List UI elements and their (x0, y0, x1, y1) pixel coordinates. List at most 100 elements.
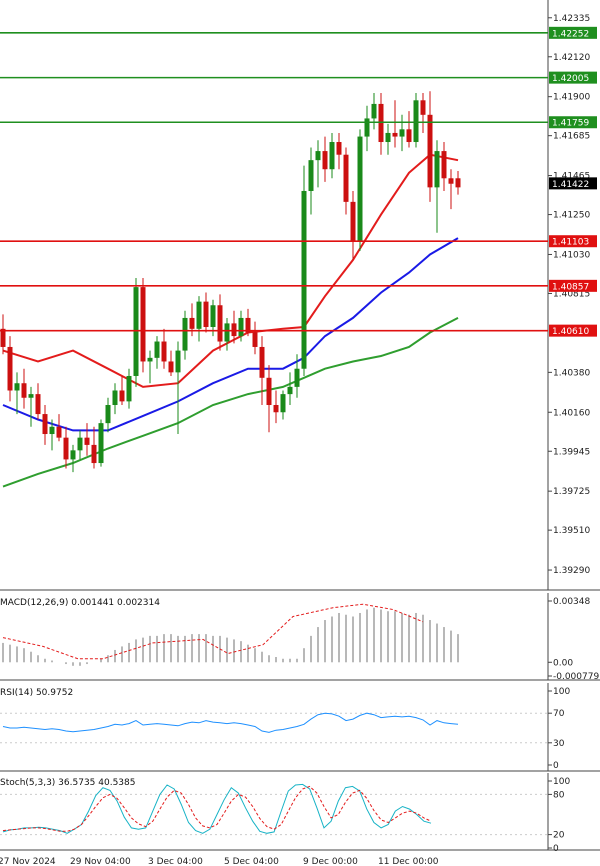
candle-body (203, 301, 209, 328)
macd-panel[interactable]: MACD(12,26,9) 0.001441 0.002314 0.00348 0.… (0, 593, 600, 682)
stoch-tick-label: 100 (553, 777, 570, 787)
level-label: 1.40610 (552, 327, 589, 337)
candle-body (448, 178, 454, 184)
candle-body (231, 323, 237, 337)
price-tick-label: 1.41900 (553, 93, 590, 103)
candle-body (441, 151, 447, 179)
level-label: 1.41103 (552, 238, 589, 248)
rsi-title: RSI(14) 50.9752 (0, 688, 73, 698)
stoch-panel[interactable]: Stoch(5,3,3) 36.5735 40.5385 100 80 20 0 (0, 773, 600, 854)
candle-body (322, 151, 328, 170)
candle-body (266, 377, 272, 406)
candle-body (91, 444, 97, 464)
candle-body (42, 414, 48, 435)
candle-body (427, 114, 433, 188)
candle-body (77, 437, 83, 451)
candle-body (217, 305, 223, 342)
stoch-title: Stoch(5,3,3) 36.5735 40.5385 (0, 778, 135, 788)
price-tick-label: 1.39945 (553, 447, 590, 457)
candle-body (315, 151, 321, 161)
candle-body (56, 426, 62, 438)
ma-red-line (2, 153, 459, 388)
candle-body (399, 129, 405, 137)
price-tick-label: 1.39290 (553, 566, 590, 576)
candle-body (154, 341, 160, 358)
stoch-k-line (2, 783, 432, 834)
price-tick-label: 1.41030 (553, 250, 590, 260)
candle-body (343, 154, 349, 202)
candle-body (119, 390, 125, 402)
price-tick-label: 1.39510 (553, 526, 590, 536)
time-tick-label: 9 Dec 00:00 (303, 857, 358, 866)
stoch-tick-label: 0 (553, 844, 559, 854)
candle-body (287, 386, 293, 395)
ma-green-line (2, 317, 459, 488)
candle-body (49, 426, 55, 435)
price-tick-label: 1.42120 (553, 53, 590, 63)
rsi-line (2, 712, 459, 733)
candle-body (406, 129, 412, 143)
candle-body (364, 118, 370, 137)
price-tick-label: 1.42335 (553, 14, 590, 24)
candle-body (0, 328, 6, 347)
candle-body (7, 346, 13, 391)
candle-body (350, 201, 356, 242)
candle-body (196, 301, 202, 329)
candle-body (357, 136, 363, 242)
price-tick-label: 1.41250 (553, 211, 590, 221)
time-tick-label: 29 Nov 04:00 (70, 857, 131, 866)
candle-body (63, 437, 69, 460)
candle-body (385, 132, 391, 143)
candle-body (301, 190, 307, 369)
time-tick-label: 5 Dec 04:00 (224, 857, 279, 866)
level-label: 1.41759 (552, 119, 589, 129)
candle-body (455, 178, 461, 188)
candle-body (84, 437, 90, 445)
price-tick-label: 1.40380 (553, 368, 590, 378)
candle-body (161, 341, 167, 362)
rsi-tick-label: 30 (553, 739, 565, 749)
candle-body (140, 287, 146, 362)
candle-body (308, 160, 314, 191)
candle-body (21, 383, 27, 398)
stoch-tick-label: 20 (553, 831, 565, 841)
level-label: 1.42005 (552, 74, 589, 84)
current-price-label: 1.41422 (552, 180, 589, 190)
candle-body (336, 142, 342, 155)
candle-body (182, 317, 188, 351)
candle-body (280, 394, 286, 413)
time-tick-label: 3 Dec 04:00 (148, 857, 203, 866)
candle-body (35, 394, 41, 415)
price-tick-label: 1.41685 (553, 132, 590, 142)
rsi-tick-label: 100 (553, 687, 570, 697)
candle-body (413, 100, 419, 143)
candle-body (224, 323, 230, 342)
candle-body (175, 350, 181, 373)
candle-body (147, 357, 153, 362)
candle-body (105, 405, 111, 424)
stoch-tick-label: 80 (553, 790, 565, 800)
ma-blue-line (2, 237, 459, 432)
price-tick-label: 1.39725 (553, 487, 590, 497)
macd-tick-label: -0.000779 (553, 672, 599, 682)
level-label: 1.40857 (552, 282, 589, 292)
rsi-tick-label: 70 (553, 709, 565, 719)
candle-body (189, 317, 195, 329)
candle-body (70, 450, 76, 460)
candle-body (252, 332, 258, 347)
candle-body (273, 405, 279, 413)
price-tick-label: 1.40160 (553, 408, 590, 418)
candle-body (371, 103, 377, 119)
level-label: 1.42252 (552, 29, 589, 39)
macd-tick-label: 0.00 (553, 658, 573, 668)
candle-body (168, 361, 174, 373)
price-panel[interactable]: 1.423351.421201.419001.416851.414651.412… (0, 0, 600, 591)
time-tick-label: 27 Nov 2024 (0, 857, 56, 866)
candle-body (14, 383, 20, 391)
rsi-panel[interactable]: RSI(14) 50.9752 100 70 30 0 (0, 683, 600, 772)
time-tick-label: 11 Dec 00:00 (378, 857, 439, 866)
candle-body (133, 287, 139, 376)
candle-body (329, 142, 335, 170)
candle-body (294, 368, 300, 387)
forex-chart[interactable]: 1.423351.421201.419001.416851.414651.412… (0, 0, 600, 866)
